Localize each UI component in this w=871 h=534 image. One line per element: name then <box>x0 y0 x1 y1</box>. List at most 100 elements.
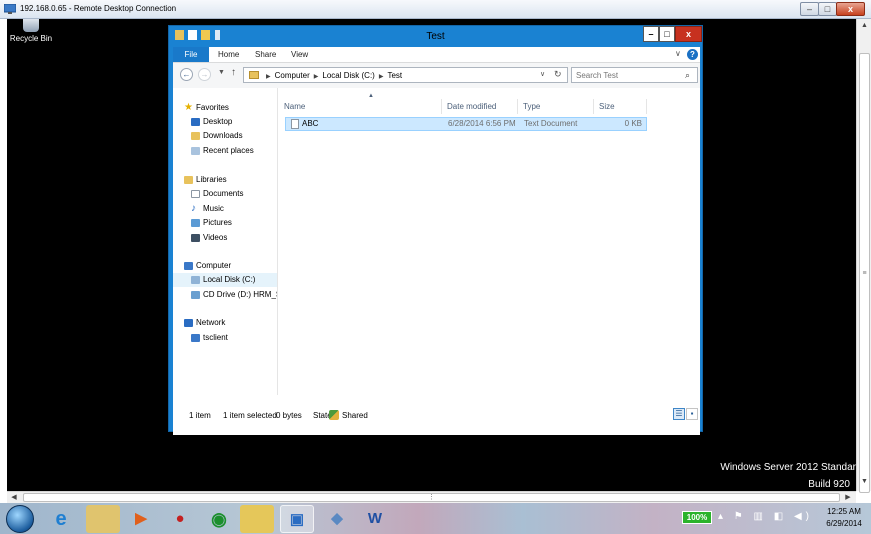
rdp-restore-button[interactable]: □ <box>818 2 837 16</box>
vertical-scroll-thumb[interactable]: ≡ <box>859 53 870 493</box>
vertical-scrollbar[interactable]: ▲ ≡ ▼ <box>856 19 871 493</box>
nav-label: Pictures <box>203 218 232 227</box>
nav-music[interactable]: ♪ Music <box>173 202 277 216</box>
nav-local-disk[interactable]: Local Disk (C:) <box>173 273 277 287</box>
scroll-left-arrow-icon[interactable]: ◀ <box>7 492 21 503</box>
nav-label: CD Drive (D:) HRM_S <box>203 290 278 299</box>
search-input[interactable] <box>576 70 681 81</box>
internet-explorer-icon[interactable]: e <box>44 505 78 533</box>
recycle-bin-shortcut[interactable]: Recycle Bin <box>9 19 53 43</box>
navigation-pane: ★ Favorites Desktop Downloads Recent pla… <box>173 88 278 395</box>
column-header-name[interactable]: Name <box>279 99 442 114</box>
details-view-button[interactable]: ☰ <box>673 408 685 420</box>
nav-label: Music <box>203 204 224 213</box>
word-icon[interactable]: W <box>358 505 392 533</box>
explorer-close-button[interactable]: x <box>675 26 702 42</box>
nav-libraries[interactable]: Libraries <box>173 173 277 187</box>
nav-recent-places[interactable]: Recent places <box>173 144 277 158</box>
breadcrumb-test[interactable]: Test <box>387 71 402 80</box>
music-icon: ♪ <box>191 203 196 214</box>
start-button[interactable] <box>6 505 34 533</box>
tab-view[interactable]: View <box>291 47 308 62</box>
address-bar[interactable]: ▶ Computer ▶ Local Disk (C:) ▶ Test ∨ ↻ <box>243 67 568 83</box>
app-taskbar-icon[interactable]: ◆ <box>320 505 354 533</box>
folder-icon <box>249 71 259 79</box>
nav-desktop[interactable]: Desktop <box>173 115 277 129</box>
libraries-icon <box>184 176 193 184</box>
status-bytes: 0 bytes <box>276 411 302 420</box>
rdp-minimize-button[interactable]: – <box>800 2 819 16</box>
nav-label: Videos <box>203 233 228 242</box>
nav-downloads[interactable]: Downloads <box>173 129 277 143</box>
search-icon[interactable]: ⌕ <box>685 70 690 81</box>
recent-locations-chevron-icon[interactable]: ▼ <box>218 69 225 76</box>
nav-network[interactable]: Network <box>173 316 277 330</box>
battery-indicator[interactable]: 100% <box>682 511 712 524</box>
clock-time[interactable]: 12:25 AM <box>821 507 867 516</box>
horizontal-scroll-thumb[interactable]: ⋮ <box>23 493 840 502</box>
chrome-icon[interactable]: ◉ <box>202 505 236 533</box>
up-button[interactable]: ↑ <box>231 67 236 78</box>
address-dropdown-icon[interactable]: ∨ <box>540 70 545 78</box>
large-icons-view-button[interactable]: ▪ <box>686 408 698 420</box>
file-explorer-icon[interactable] <box>86 505 120 533</box>
refresh-icon[interactable]: ↻ <box>554 69 562 80</box>
os-watermark-edition: Windows Server 2012 Standar <box>720 462 856 473</box>
system-tray: 100% ▴ ⚑ ▥ ◧ ◀) 12:25 AM 6/29/2014 <box>677 503 871 534</box>
file-type: Text Document <box>524 119 578 128</box>
security-app-icon[interactable]: ● <box>163 505 197 533</box>
nav-favorites[interactable]: ★ Favorites <box>173 101 277 115</box>
search-box[interactable]: ⌕ <box>571 67 698 83</box>
nav-videos[interactable]: Videos <box>173 231 277 245</box>
folder-icon[interactable] <box>240 505 274 533</box>
breadcrumb-separator[interactable]: ▶ <box>314 74 319 80</box>
horizontal-scrollbar[interactable]: ◀ ⋮ ▶ <box>7 491 856 503</box>
address-row: ← → ▼ ↑ ▶ Computer ▶ Local Disk (C:) ▶ Test ∨… <box>173 63 700 88</box>
nav-label: Local Disk (C:) <box>203 275 256 284</box>
expand-ribbon-chevron-icon[interactable]: ∨ <box>675 49 681 58</box>
tab-share[interactable]: Share <box>255 47 276 62</box>
cd-drive-icon <box>191 291 200 299</box>
column-header-type[interactable]: Type <box>518 99 594 114</box>
videos-icon <box>191 234 200 242</box>
rdp-window-title: 192.168.0.65 - Remote Desktop Connection <box>20 4 177 13</box>
explorer-maximize-button[interactable]: □ <box>659 26 675 42</box>
tab-home[interactable]: Home <box>218 47 239 62</box>
star-icon: ★ <box>184 102 193 113</box>
scroll-down-arrow-icon[interactable]: ▼ <box>857 475 871 489</box>
forward-button[interactable]: → <box>198 68 211 81</box>
nav-pictures[interactable]: Pictures <box>173 216 277 230</box>
column-header-date[interactable]: Date modified <box>442 99 518 114</box>
breadcrumb-computer[interactable]: Computer <box>275 71 310 80</box>
breadcrumb: ▶ Computer ▶ Local Disk (C:) ▶ Test <box>262 71 402 80</box>
downloads-icon <box>191 132 200 140</box>
back-button[interactable]: ← <box>180 68 193 81</box>
clock-date[interactable]: 6/29/2014 <box>821 519 867 528</box>
nav-label: Computer <box>196 261 232 270</box>
nav-documents[interactable]: Documents <box>173 187 277 201</box>
nav-tsclient[interactable]: tsclient <box>173 331 277 345</box>
media-player-icon[interactable]: ▶ <box>124 505 158 533</box>
taskbar: e ▶ ● ◉ ▣ ◆ W 100% ▴ ⚑ ▥ ◧ ◀) 12:25 AM 6… <box>0 503 871 534</box>
scroll-up-arrow-icon[interactable]: ▲ <box>857 19 871 33</box>
nav-computer[interactable]: Computer <box>173 259 277 273</box>
remote-desktop-taskbar-icon[interactable]: ▣ <box>280 505 314 533</box>
nav-label: Favorites <box>196 103 229 112</box>
tab-file[interactable]: File <box>173 47 209 62</box>
help-icon[interactable]: ? <box>687 49 698 60</box>
column-header-size[interactable]: Size <box>594 99 647 114</box>
nav-cd-drive[interactable]: CD Drive (D:) HRM_S <box>173 288 278 302</box>
breadcrumb-separator[interactable]: ▶ <box>379 74 384 80</box>
nav-label: Recent places <box>203 146 254 155</box>
rdp-close-button[interactable]: x <box>836 2 865 16</box>
table-row[interactable]: ABC 6/28/2014 6:56 PM Text Document 0 KB <box>285 117 647 131</box>
remote-desktop-icon <box>4 4 16 14</box>
breadcrumb-local-disk[interactable]: Local Disk (C:) <box>322 71 374 80</box>
explorer-titlebar[interactable]: Test – □ x <box>169 26 702 47</box>
scroll-right-arrow-icon[interactable]: ▶ <box>841 492 855 503</box>
computer-icon <box>184 262 193 270</box>
explorer-minimize-button[interactable]: – <box>643 26 659 42</box>
drive-icon <box>191 276 200 284</box>
status-item-count: 1 item <box>189 411 211 420</box>
tray-icons[interactable]: ▴ ⚑ ▥ ◧ ◀) <box>718 511 813 522</box>
